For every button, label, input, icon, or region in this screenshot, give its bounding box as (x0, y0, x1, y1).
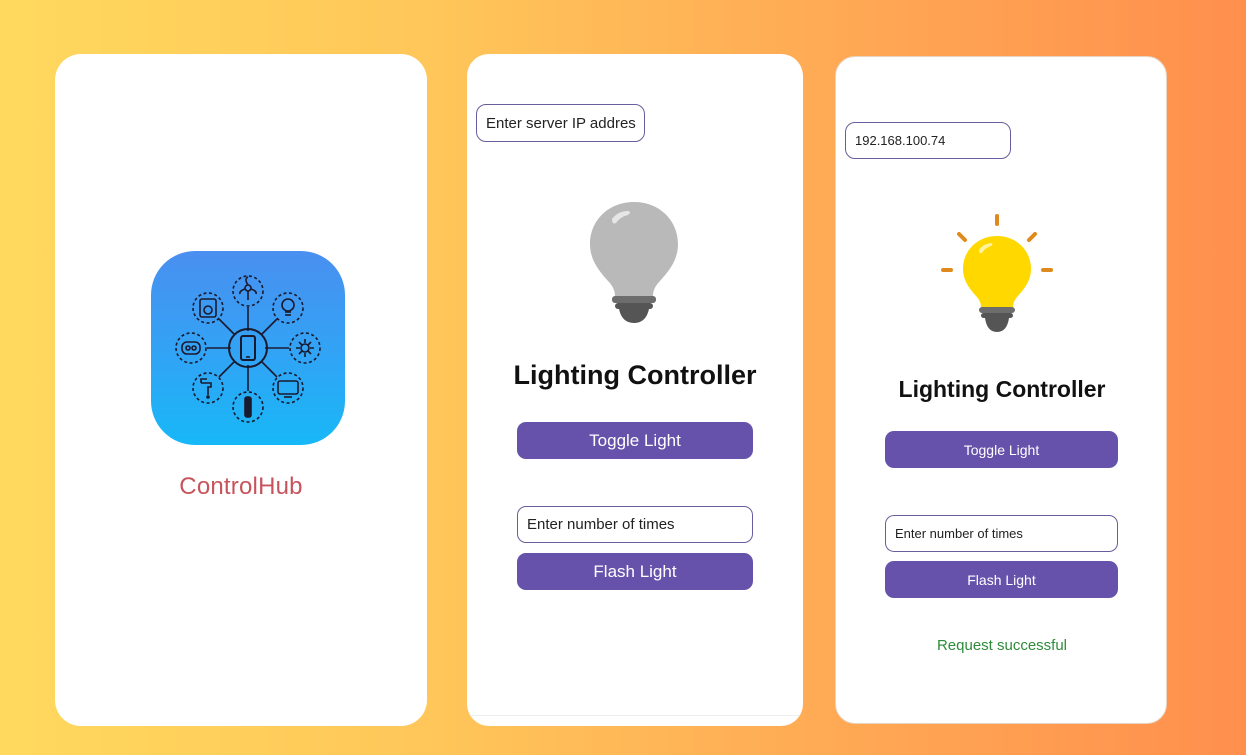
flash-light-button[interactable]: Flash Light (517, 553, 753, 590)
status-message: Request successful (936, 637, 1068, 654)
times-input[interactable]: Enter number of times (517, 506, 753, 543)
times-input[interactable]: Enter number of times (885, 515, 1118, 552)
toggle-light-button[interactable]: Toggle Light (885, 431, 1118, 468)
server-ip-input[interactable]: Enter server IP addres (476, 104, 645, 142)
splash-screen: ControlHub (55, 54, 427, 726)
page-title: Lighting Controller (513, 360, 757, 390)
page-title: Lighting Controller (898, 376, 1106, 402)
controller-screen-initial: Enter server IP addres Lighting Controll… (467, 54, 803, 726)
app-name: ControlHub (179, 473, 303, 500)
divider (467, 715, 803, 716)
light-bulb-on-icon (941, 214, 1053, 332)
flash-light-button[interactable]: Flash Light (885, 561, 1118, 598)
server-ip-input[interactable]: 192.168.100.74 (845, 122, 1011, 159)
light-bulb-off-icon (590, 202, 678, 323)
smart-home-hub-icon (151, 251, 345, 445)
toggle-light-button[interactable]: Toggle Light (517, 422, 753, 459)
controller-screen-connected: 192.168.100.74 Lighting Controller Toggl… (835, 56, 1167, 724)
